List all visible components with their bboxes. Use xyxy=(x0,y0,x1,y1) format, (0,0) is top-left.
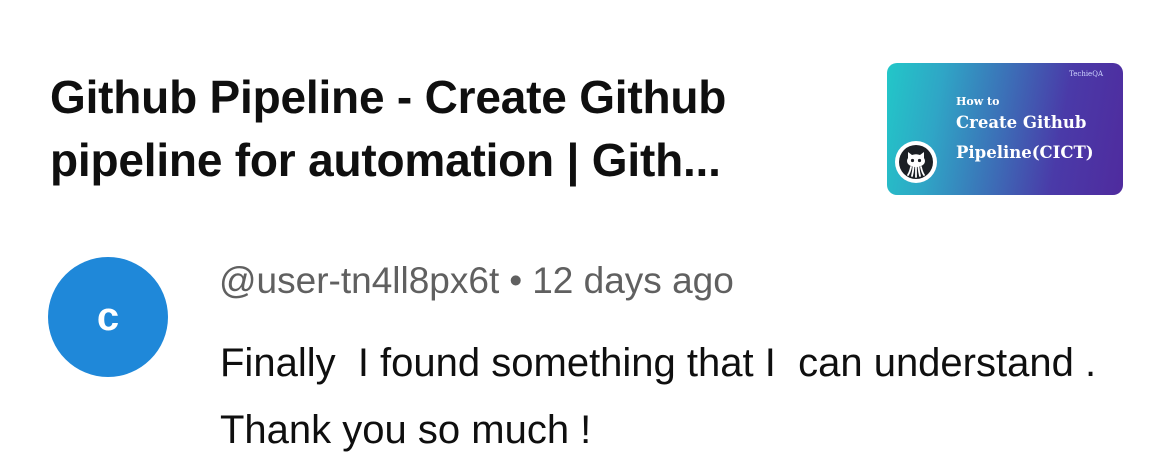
meta-separator: • xyxy=(509,260,523,301)
avatar[interactable]: c xyxy=(48,257,168,377)
comment-text: Finally I found something that I can und… xyxy=(220,341,1107,452)
comment-meta: @user-tn4ll8px6t • 12 days ago xyxy=(219,259,734,303)
video-title[interactable]: Github Pipeline - Create Github pipeline… xyxy=(50,66,860,192)
video-card[interactable]: Github Pipeline - Create Github pipeline… xyxy=(0,0,1170,220)
video-thumbnail[interactable]: TechieQA How to Create Github Pipeline(C… xyxy=(887,63,1123,195)
comment: c @user-tn4ll8px6t • 12 days ago Finally I… xyxy=(0,240,1170,475)
comment-time: 12 days ago xyxy=(532,260,734,301)
thumbnail-how-to: How to xyxy=(956,95,1000,108)
thumbnail-title-line-2: Pipeline(CICT) xyxy=(956,143,1094,162)
github-octocat-icon xyxy=(895,141,937,183)
thumbnail-brand: TechieQA xyxy=(1069,70,1103,78)
comment-author[interactable]: @user-tn4ll8px6t xyxy=(219,260,499,301)
thumbnail-title-line-1: Create Github xyxy=(956,113,1087,132)
